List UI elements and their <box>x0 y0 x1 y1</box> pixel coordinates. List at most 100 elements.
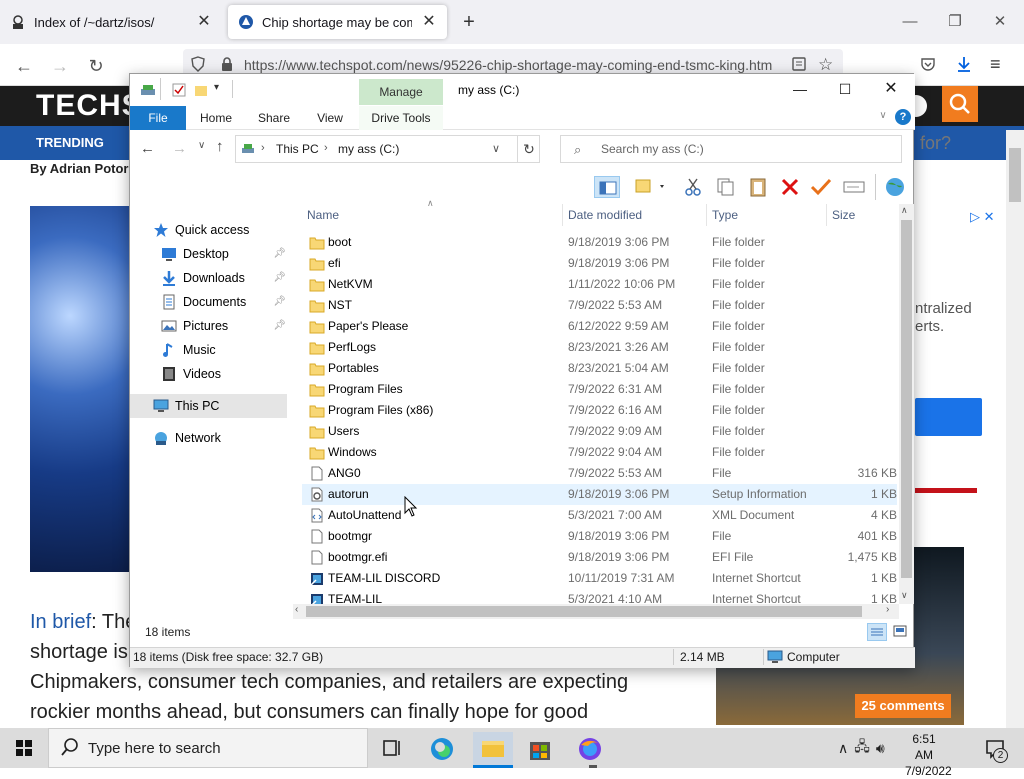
comments-button[interactable]: 25 comments <box>855 694 951 718</box>
scroll-left-icon[interactable]: ‹ <box>295 604 298 615</box>
file-row[interactable]: PerfLogs 8/23/2021 3:26 AM File folder <box>302 337 897 358</box>
bookmark-star-icon[interactable]: ☆ <box>818 55 833 75</box>
scroll-up-icon[interactable]: ∧ <box>901 205 908 216</box>
minimize-button[interactable]: — <box>785 76 815 102</box>
page-scrollbar-thumb[interactable] <box>1009 148 1021 202</box>
tab-drive-tools[interactable]: Drive Tools <box>359 106 443 130</box>
details-view-icon[interactable] <box>867 623 887 641</box>
firefox-icon[interactable] <box>570 732 610 766</box>
task-view-icon[interactable] <box>372 732 412 766</box>
page-scrollbar[interactable] <box>1006 130 1024 728</box>
show-hidden-icons-icon[interactable]: ∧ <box>838 740 848 757</box>
file-row[interactable]: NetKVM 1/11/2022 10:06 PM File folder <box>302 274 897 295</box>
shield-icon[interactable] <box>190 56 206 72</box>
recent-locations-icon[interactable]: ∨ <box>198 140 205 151</box>
qat-dropdown-icon[interactable]: ▾ <box>214 82 219 93</box>
browser-maximize-button[interactable]: ❐ <box>940 10 970 34</box>
preview-pane-icon[interactable] <box>594 176 620 198</box>
menu-icon[interactable]: ≡ <box>990 54 1001 75</box>
close-tab-icon[interactable]: ✕ <box>421 14 437 30</box>
column-name[interactable]: Name <box>307 208 339 222</box>
new-tab-button[interactable]: + <box>457 10 481 34</box>
expand-ribbon-icon[interactable]: ∨ <box>875 110 891 126</box>
views-menu-icon[interactable] <box>634 176 664 198</box>
close-button[interactable]: ✕ <box>876 76 906 102</box>
file-row[interactable]: TEAM-LIL DISCORD 10/11/2019 7:31 AM Intern… <box>302 568 897 589</box>
file-row[interactable]: ANG0 7/9/2022 5:53 AM File 316 KB <box>302 463 897 484</box>
tab-file[interactable]: File <box>130 106 186 130</box>
browser-tab-techspot[interactable]: Chip shortage may be coming ✕ <box>228 5 447 39</box>
file-row[interactable]: Windows 7/9/2022 9:04 AM File folder <box>302 442 897 463</box>
copy-icon[interactable] <box>713 176 739 198</box>
volume-icon[interactable]: 🔊︎ <box>876 740 885 757</box>
column-type[interactable]: Type <box>712 208 738 222</box>
browser-tab-isos[interactable]: Index of /~dartz/isos/ ✕ <box>0 5 222 39</box>
file-row[interactable]: efi 9/18/2019 3:06 PM File folder <box>302 253 897 274</box>
site-logo[interactable]: TECHS <box>36 86 143 126</box>
scroll-down-icon[interactable]: ∨ <box>901 590 908 601</box>
reader-view-icon[interactable] <box>791 56 807 72</box>
file-row[interactable]: AutoUnattend 5/3/2021 7:00 AM XML Document… <box>302 505 897 526</box>
browser-minimize-button[interactable]: — <box>895 10 925 34</box>
file-row[interactable]: TEAM-LIL 5/3/2021 4:10 AM Internet Shortcu… <box>302 589 897 604</box>
adchoices-icon[interactable]: ▷ ✕ <box>970 209 995 225</box>
downloads-icon[interactable] <box>955 55 973 73</box>
pocket-icon[interactable] <box>920 56 936 72</box>
file-row[interactable]: bootmgr 9/18/2019 3:06 PM File 401 KB <box>302 526 897 547</box>
column-divider[interactable] <box>706 204 707 226</box>
file-row[interactable]: boot 9/18/2019 3:06 PM File folder <box>302 232 897 253</box>
site-search-button[interactable] <box>942 86 978 122</box>
network-icon[interactable]: 🖧︎ <box>854 736 870 760</box>
tab-share[interactable]: Share <box>252 106 296 130</box>
store-icon[interactable] <box>520 732 560 766</box>
article-byline[interactable]: By Adrian Potoro <box>30 161 136 176</box>
maximize-button[interactable]: ☐ <box>830 76 860 102</box>
globe-icon[interactable] <box>882 176 908 198</box>
file-row[interactable]: Users 7/9/2022 9:09 AM File folder <box>302 421 897 442</box>
breadcrumb-drive[interactable]: my ass (C:) <box>338 142 399 156</box>
delete-icon[interactable] <box>777 176 803 198</box>
file-row[interactable]: Paper's Please 6/12/2022 9:59 AM File fold… <box>302 316 897 337</box>
back-button[interactable]: ← <box>10 52 38 80</box>
breadcrumb-this-pc[interactable]: This PC <box>276 142 319 156</box>
paste-icon[interactable] <box>745 176 771 198</box>
nav-trending[interactable]: TRENDING <box>36 126 104 160</box>
address-dropdown-icon[interactable]: ∨ <box>492 142 500 155</box>
properties-icon[interactable] <box>172 83 186 97</box>
up-arrow-icon[interactable]: ↑ <box>216 138 224 155</box>
tab-manage[interactable]: Manage <box>359 79 443 105</box>
reload-button[interactable]: ↻ <box>82 52 110 80</box>
file-row[interactable]: bootmgr.efi 9/18/2019 3:06 PM EFI File 1,47… <box>302 547 897 568</box>
column-size[interactable]: Size <box>832 208 855 222</box>
close-tab-icon[interactable]: ✕ <box>196 14 212 30</box>
lock-icon[interactable] <box>219 56 235 72</box>
file-explorer-icon[interactable] <box>473 732 513 766</box>
refresh-button[interactable]: ↻ <box>517 135 540 163</box>
browser-close-button[interactable]: ✕ <box>985 10 1015 34</box>
url-text[interactable]: https://www.techspot.com/news/95226-chip… <box>244 57 772 73</box>
file-row[interactable]: Portables 8/23/2021 5:04 AM File folder <box>302 358 897 379</box>
forward-button[interactable]: → <box>46 52 74 80</box>
scroll-right-icon[interactable]: › <box>886 604 889 615</box>
tab-home[interactable]: Home <box>194 106 238 130</box>
column-divider[interactable] <box>826 204 827 226</box>
rename-icon[interactable] <box>841 176 867 198</box>
chevron-right-icon[interactable]: › <box>324 142 328 154</box>
cut-icon[interactable] <box>680 176 706 198</box>
forward-arrow-icon[interactable]: → <box>172 140 187 157</box>
help-icon[interactable]: ? <box>895 109 911 125</box>
new-folder-icon[interactable] <box>194 83 208 97</box>
tab-view[interactable]: View <box>310 106 350 130</box>
clock[interactable]: 6:51 AM 7/9/2022 <box>905 731 952 779</box>
large-icons-view-icon[interactable] <box>891 623 911 641</box>
start-button[interactable] <box>0 728 48 768</box>
checkmark-icon[interactable] <box>808 176 834 198</box>
column-divider[interactable] <box>562 204 563 226</box>
file-row[interactable]: Program Files 7/9/2022 6:31 AM File folder <box>302 379 897 400</box>
ad-button[interactable] <box>915 398 982 436</box>
chevron-right-icon[interactable]: › <box>261 142 265 154</box>
horizontal-scrollbar-thumb[interactable] <box>306 606 862 617</box>
list-scrollbar-thumb[interactable] <box>901 220 912 578</box>
file-row[interactable]: autorun 9/18/2019 3:06 PM Setup Informatio… <box>302 484 897 505</box>
file-row[interactable]: NST 7/9/2022 5:53 AM File folder <box>302 295 897 316</box>
